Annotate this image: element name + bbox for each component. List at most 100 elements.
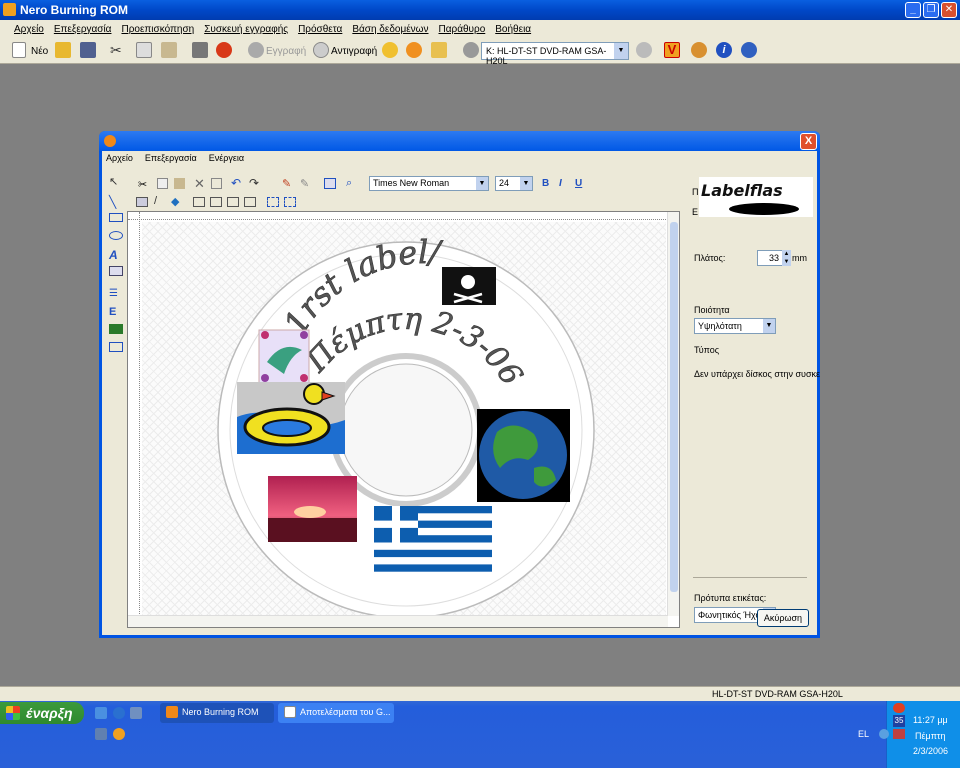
menu-file[interactable]: Αρχείο (14, 24, 44, 35)
dialog-menu-action[interactable]: Ενέργεια (209, 153, 244, 167)
close-button[interactable]: ✕ (941, 2, 957, 18)
dialog-close-button[interactable]: X (800, 133, 817, 150)
paste-button[interactable] (161, 42, 177, 60)
sunset-image[interactable] (268, 476, 357, 542)
duck-float-image[interactable] (237, 382, 345, 454)
chevron-down-icon[interactable]: ▼ (763, 319, 775, 333)
menu-extras[interactable]: Πρόσθετα (298, 24, 342, 35)
restore-button[interactable]: ❐ (923, 2, 939, 18)
cancel-button[interactable]: Ακύρωση (757, 609, 809, 627)
nero-v-button[interactable]: V (664, 42, 680, 60)
rectangle-tool-icon[interactable] (109, 213, 123, 222)
greek-flag-image[interactable] (374, 506, 492, 572)
menu-preview[interactable]: Προεπισκόπηση (121, 24, 194, 35)
minimize-button[interactable]: _ (905, 2, 921, 18)
menu-edit[interactable]: Επεξεργασία (54, 24, 112, 35)
image-edit-icon[interactable] (136, 197, 148, 207)
send-backward-icon[interactable] (244, 197, 256, 207)
ie-icon[interactable] (113, 707, 125, 719)
network-icon[interactable] (879, 729, 889, 739)
background-tool-icon[interactable] (109, 324, 123, 334)
vertical-scroll-thumb[interactable] (670, 222, 678, 592)
bold-button[interactable]: B (542, 178, 549, 189)
info-button[interactable]: i (716, 42, 732, 60)
dialog-menu-file[interactable]: Αρχείο (106, 153, 133, 167)
show-desktop-icon[interactable] (95, 707, 107, 719)
canvas-vertical-scrollbar[interactable] (667, 212, 679, 616)
bring-forward-icon[interactable] (227, 197, 239, 207)
copy-button[interactable] (136, 42, 152, 60)
chevron-down-icon[interactable]: ▼ (520, 177, 532, 190)
save-button[interactable] (80, 42, 96, 60)
tray-security-icon[interactable] (893, 729, 905, 739)
distribute-icon[interactable] (284, 197, 296, 207)
cut-button[interactable]: ✂ (110, 42, 126, 60)
pencil-icon[interactable]: / (154, 195, 157, 207)
frame-tool-icon[interactable] (109, 342, 123, 352)
paste-icon[interactable] (174, 178, 185, 189)
drive-select[interactable]: K: HL-DT-ST DVD-RAM GSA-H20L ▼ (481, 42, 629, 66)
copy-disc-button[interactable] (313, 42, 329, 60)
start-button[interactable]: έναρξη (0, 702, 84, 724)
record-button[interactable] (248, 42, 264, 60)
disc-info-button[interactable] (636, 42, 652, 60)
duplicate-icon[interactable] (211, 178, 222, 189)
redo-icon[interactable]: ↷ (249, 176, 259, 190)
pen-icon[interactable]: ✎ (300, 177, 309, 190)
task-search-results[interactable]: Αποτελέσματα του G... (278, 703, 394, 723)
underline-button[interactable]: U (575, 178, 582, 189)
calendar-icon[interactable]: 35 (893, 715, 905, 727)
font-size-select[interactable]: 24 ▼ (495, 176, 533, 191)
burn-icon-button[interactable] (216, 42, 232, 60)
text-tool-icon[interactable]: A (109, 248, 123, 262)
media-icon[interactable] (130, 707, 142, 719)
undo-icon[interactable]: ↶ (231, 176, 241, 190)
open-button[interactable] (55, 42, 71, 60)
menu-recorder[interactable]: Συσκευή εγγραφής (204, 24, 288, 35)
italic-button[interactable]: I (559, 178, 562, 189)
help-button[interactable] (741, 42, 757, 60)
properties-button[interactable] (192, 42, 208, 60)
select-pointer-icon[interactable]: ↖ (109, 175, 123, 188)
label-canvas[interactable]: 1rst label/ Πέμπτη 2-3-06 (127, 211, 680, 628)
width-spinner[interactable]: ▲ ▼ (782, 250, 791, 266)
width-input[interactable]: 33 (757, 250, 783, 266)
bring-front-icon[interactable] (193, 197, 205, 207)
scissors-icon[interactable]: ✂ (138, 178, 147, 191)
canvas-horizontal-scrollbar[interactable] (128, 615, 668, 627)
field-tool-icon[interactable]: E (109, 306, 123, 318)
globe-image[interactable] (477, 409, 570, 502)
browser-button[interactable] (431, 42, 447, 60)
quality-select[interactable]: Υψηλότατη ▼ (694, 318, 776, 334)
line-tool-icon[interactable]: ╲ (109, 195, 123, 209)
language-indicator[interactable]: EL (858, 729, 869, 739)
menu-help[interactable]: Βοήθεια (495, 24, 531, 35)
fill-bucket-icon[interactable]: ◆ (171, 195, 179, 208)
wizard-button[interactable] (382, 42, 398, 60)
task-nero[interactable]: Nero Burning ROM (160, 703, 274, 723)
eject-button[interactable] (406, 42, 422, 60)
dialog-menu-edit[interactable]: Επεξεργασία (145, 153, 197, 167)
delete-icon[interactable]: ✕ (194, 176, 205, 192)
canvas-work-area[interactable]: 1rst label/ Πέμπτη 2-3-06 (142, 222, 666, 615)
clock-time[interactable]: 11:27 μμ (913, 715, 948, 725)
parrot-tile-image[interactable] (258, 329, 310, 385)
send-back-icon[interactable] (210, 197, 222, 207)
image-tool-icon[interactable] (109, 266, 123, 276)
new-button[interactable] (12, 42, 26, 60)
ellipse-tool-icon[interactable] (109, 231, 123, 240)
font-family-select[interactable]: Times New Roman ▼ (369, 176, 489, 191)
brush-icon[interactable]: ✎ (282, 177, 291, 190)
zoom-icon[interactable]: ⌕ (346, 177, 352, 190)
list-tool-icon[interactable]: ☰ (109, 288, 123, 300)
menu-database[interactable]: Βάση δεδομένων (352, 24, 428, 35)
chevron-down-icon[interactable]: ▼ (614, 43, 628, 59)
zoom-page-icon[interactable] (324, 178, 336, 189)
update-button[interactable] (691, 42, 707, 60)
copy-icon[interactable] (157, 178, 168, 189)
pirate-flag-image[interactable] (442, 267, 496, 305)
align-icon[interactable] (267, 197, 279, 207)
nero-quicklaunch-icon[interactable] (113, 728, 125, 740)
menu-window[interactable]: Παράθυρο (439, 24, 486, 35)
tray-alert-icon[interactable] (893, 703, 905, 713)
